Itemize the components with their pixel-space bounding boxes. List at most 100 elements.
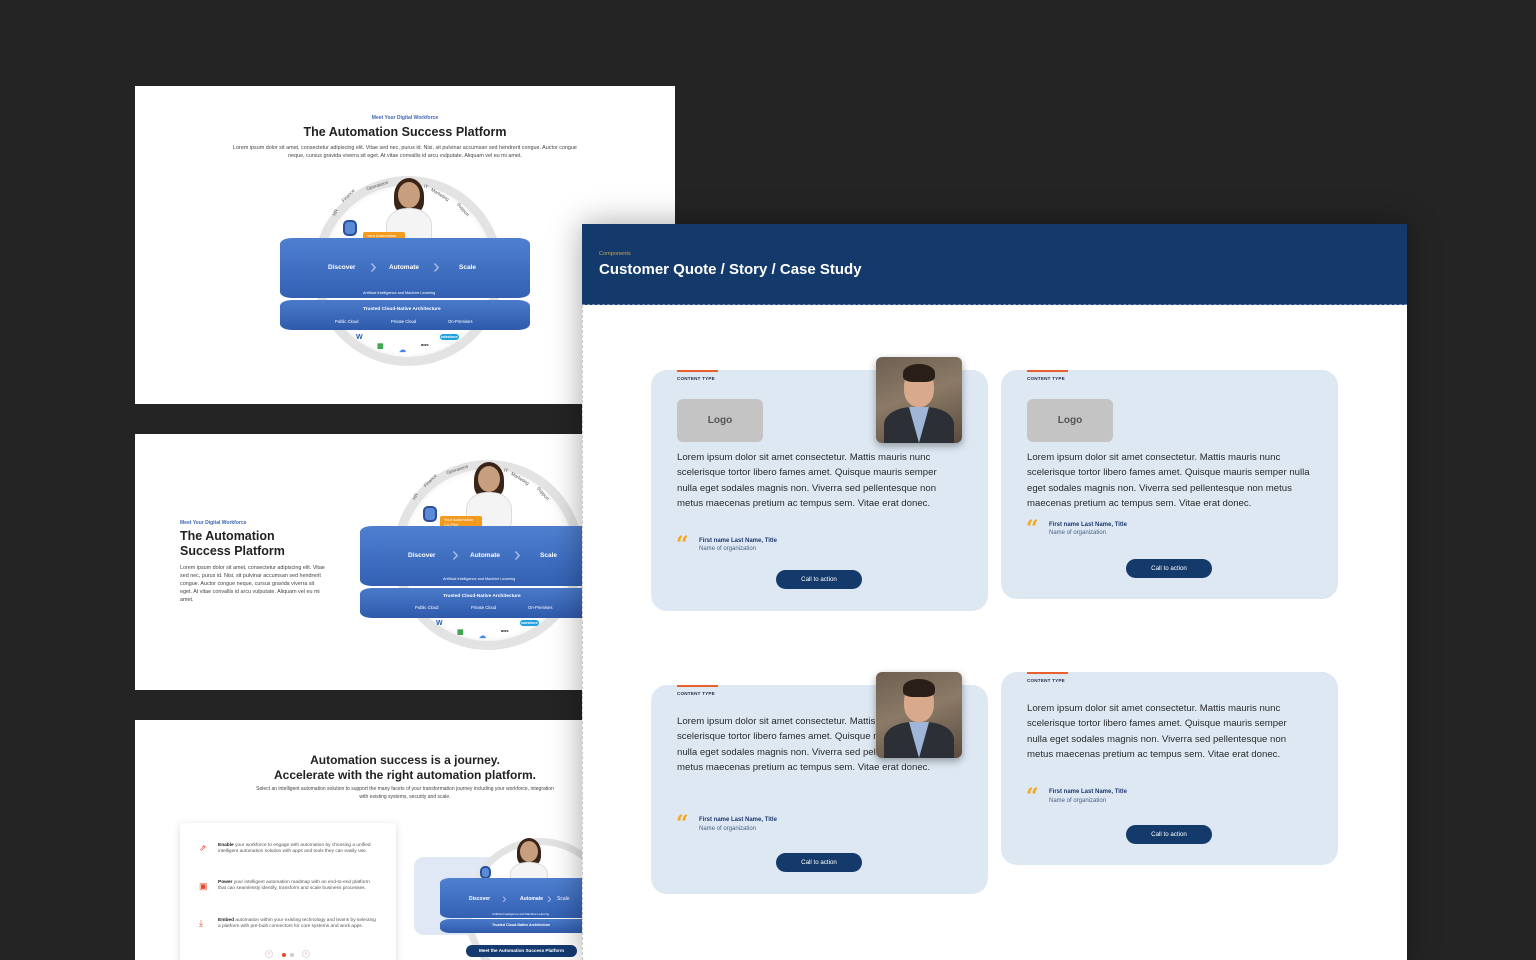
panel-body: Lorem ipsum dolor sit amet, consectetur …: [180, 565, 325, 603]
journey-subtitle: Select an intelligent automation solutio…: [256, 786, 554, 800]
step-scale: Scale: [540, 552, 557, 559]
content-type-bar: [1027, 370, 1068, 372]
panel-eyebrow: Meet Your Digital Workforce: [371, 115, 439, 121]
row-text: automation within your existing technolo…: [218, 918, 376, 930]
pager-prev-button[interactable]: ‹: [265, 950, 273, 958]
cta-button[interactable]: Call to action: [776, 853, 862, 872]
panel-body: Lorem ipsum dolor sit amet, consectetur …: [233, 145, 577, 159]
quote-text: Lorem ipsum dolor sit amet consectetur. …: [1027, 452, 1310, 510]
pager-dot[interactable]: [290, 953, 294, 957]
row-text: your workforce to engage with automation…: [218, 843, 371, 855]
panel-title: The Automation Success Platform: [180, 529, 285, 558]
partner-logo: aws: [501, 628, 509, 633]
slides-icon: ▣: [199, 881, 208, 891]
quote-card: CONTENT TYPE Lorem ipsum dolor sit amet …: [1001, 672, 1338, 865]
quote-text: Lorem ipsum dolor sit amet consectetur. …: [1027, 703, 1287, 761]
ai-line: Artificial Intelligence and Machine Lear…: [363, 291, 436, 295]
content-type-label: CONTENT TYPE: [677, 691, 715, 696]
row-lead: Enable: [218, 843, 234, 848]
pager-dot-active[interactable]: [282, 953, 286, 957]
quote-icon: “: [1026, 784, 1039, 810]
arch-item: Public Cloud: [415, 605, 439, 610]
step-scale: Scale: [557, 896, 570, 902]
cta-button[interactable]: Call to action: [776, 570, 862, 589]
cta-button[interactable]: Call to action: [1126, 825, 1212, 844]
arch-item: Public Cloud: [335, 319, 359, 324]
partner-logo: salesforce: [440, 334, 459, 340]
divider: [582, 305, 583, 960]
content-type-label: CONTENT TYPE: [677, 376, 715, 381]
content-type-label: CONTENT TYPE: [1027, 376, 1065, 381]
panel-title: The Automation Success Platform: [303, 125, 507, 139]
content-type-bar: [677, 370, 718, 372]
meet-platform-button[interactable]: Meet the Automation Success Platform: [466, 945, 577, 957]
quote-organization: Name of organization: [699, 826, 757, 832]
chevron-icon: ›: [452, 544, 459, 566]
chevron-icon: ›: [547, 890, 552, 906]
download-icon: ⤓: [199, 918, 203, 928]
logo-placeholder: Logo: [677, 399, 763, 442]
row-text: your intelligent automation roadmap with…: [218, 880, 370, 892]
partner-logo: W: [436, 620, 443, 627]
quote-organization: Name of organization: [1049, 530, 1107, 536]
arch-title: Trusted Cloud-Native Architecture: [363, 307, 441, 312]
architecture-band: [360, 588, 600, 618]
header-title: Customer Quote / Story / Case Study: [599, 261, 862, 278]
architecture-band: [280, 300, 530, 330]
content-type-label: CONTENT TYPE: [1027, 678, 1065, 683]
pager-next-button[interactable]: ›: [302, 950, 310, 958]
step-scale: Scale: [459, 264, 476, 271]
row-lead: Embed: [218, 918, 234, 923]
arch-title: Trusted Cloud-Native Architecture: [443, 594, 521, 599]
robot-icon: [423, 506, 437, 522]
step-discover: Discover: [408, 552, 436, 559]
step-discover: Discover: [328, 264, 356, 271]
quote-icon: “: [676, 811, 689, 837]
content-type-bar: [1027, 672, 1068, 674]
partner-logo: aws: [421, 342, 429, 347]
partner-logo: ☁: [479, 633, 486, 640]
panel-eyebrow: Meet Your Digital Workforce: [180, 520, 247, 526]
quote-organization: Name of organization: [699, 546, 757, 552]
panel-header: Components Customer Quote / Story / Case…: [582, 224, 1407, 305]
arch-item: On-Premises: [528, 605, 553, 610]
person-photo: [876, 357, 962, 443]
step-automate: Automate: [389, 264, 419, 271]
quote-author: First name Last Name, Title: [699, 817, 777, 823]
logo-placeholder: Logo: [1027, 399, 1113, 442]
partner-logo: salesforce: [520, 620, 539, 626]
journey-row: Power your intelligent automation roadma…: [218, 880, 378, 893]
chevron-icon: ›: [502, 890, 507, 906]
arch-item: On-Premises: [448, 319, 473, 324]
journey-card: ⇗ Enable your workforce to engage with a…: [180, 823, 396, 960]
journey-row: Enable your workforce to engage with aut…: [218, 843, 378, 856]
quote-icon: “: [1026, 516, 1039, 542]
partner-logo: ▦: [377, 343, 384, 350]
cta-button[interactable]: Call to action: [1126, 559, 1212, 578]
quote-organization: Name of organization: [1049, 798, 1107, 804]
partner-logo: ☁: [399, 347, 406, 354]
partner-logo: ▦: [457, 629, 464, 636]
content-type-bar: [677, 685, 718, 687]
robot-icon: [343, 220, 357, 236]
chevron-icon: ›: [433, 256, 440, 278]
step-automate: Automate: [520, 896, 544, 902]
arch-item: Private Cloud: [391, 319, 417, 324]
quote-card: CONTENT TYPE Logo Lorem ipsum dolor sit …: [1001, 370, 1338, 599]
quote-author: First name Last Name, Title: [1049, 522, 1127, 528]
step-discover: Discover: [469, 896, 491, 902]
customer-quote-panel: Components Customer Quote / Story / Case…: [582, 224, 1407, 960]
arch-item: Private Cloud: [471, 605, 497, 610]
row-lead: Power: [218, 880, 233, 885]
journey-row: Embed automation within your existing te…: [218, 918, 378, 931]
quote-author: First name Last Name, Title: [699, 538, 777, 544]
quote-author: First name Last Name, Title: [1049, 789, 1127, 795]
partner-logo: W: [356, 334, 363, 341]
platform-graphic: HR Finance Operations IT Marketing Suppo…: [280, 176, 540, 376]
header-eyebrow: Components: [599, 251, 631, 257]
quote-icon: “: [676, 532, 689, 558]
chevron-icon: ›: [514, 544, 521, 566]
person-photo: [876, 672, 962, 758]
chart-icon: ⇗: [199, 843, 207, 853]
quote-text: Lorem ipsum dolor sit amet consectetur. …: [677, 452, 937, 510]
